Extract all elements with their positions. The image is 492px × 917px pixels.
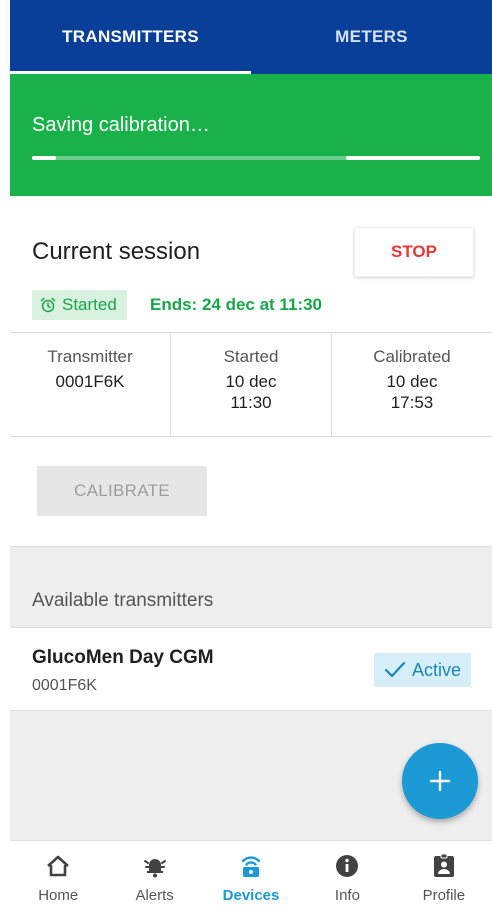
- transmitter-id: 0001F6K: [32, 677, 97, 694]
- cell-value: 11:30: [230, 393, 272, 412]
- nav-home[interactable]: Home: [10, 841, 106, 917]
- session-info-grid: Transmitter 0001F6K Started 10 dec 11:30…: [10, 332, 492, 437]
- nav-label: Profile: [422, 887, 466, 904]
- top-tabs: TRANSMITTERS METERS: [10, 0, 492, 74]
- bell-icon: [143, 859, 166, 878]
- plus-icon: [429, 770, 451, 792]
- nav-label: Home: [38, 887, 79, 904]
- active-label: Active: [412, 659, 462, 680]
- bottom-navigation: Home Alerts Devices Info Profile: [10, 840, 492, 917]
- banner-text: Saving calibration…: [32, 114, 210, 136]
- calibrate-button[interactable]: CALIBRATE: [37, 466, 207, 516]
- progress-segment: [32, 156, 56, 160]
- transmitter-list-item[interactable]: GlucoMen Day CGM 0001F6K Active: [10, 627, 492, 711]
- session-end-time: Ends: 24 dec at 11:30: [150, 295, 322, 314]
- check-icon: [384, 661, 406, 678]
- session-title: Current session: [32, 238, 201, 265]
- info-icon: [336, 855, 359, 877]
- nav-label: Info: [334, 887, 360, 904]
- status-label: Started: [62, 295, 117, 314]
- tab-transmitters[interactable]: TRANSMITTERS: [10, 0, 251, 74]
- nav-devices[interactable]: Devices: [203, 841, 299, 917]
- cell-value: 0001F6K: [55, 372, 125, 391]
- cell-label: Transmitter: [47, 347, 133, 366]
- active-badge: Active: [374, 653, 472, 687]
- stop-button[interactable]: STOP: [354, 227, 474, 277]
- transmitter-cell: Transmitter 0001F6K: [10, 333, 170, 436]
- nav-label: Alerts: [135, 887, 174, 904]
- nav-profile[interactable]: Profile: [396, 841, 492, 917]
- tab-meters[interactable]: METERS: [251, 0, 492, 74]
- cell-value: 10 dec: [386, 372, 438, 391]
- transmitter-icon: [241, 856, 261, 877]
- nav-label: Devices: [222, 887, 280, 904]
- nav-info[interactable]: Info: [299, 841, 395, 917]
- progress-segment: [346, 156, 480, 160]
- home-icon: [47, 855, 70, 877]
- status-badge: Started: [32, 290, 127, 320]
- nav-alerts[interactable]: Alerts: [106, 841, 202, 917]
- progress-bar: [32, 156, 480, 160]
- cell-value: 10 dec: [225, 372, 277, 391]
- cell-label: Calibrated: [373, 347, 451, 366]
- alarm-clock-icon: [40, 297, 56, 313]
- cell-label: Started: [223, 347, 279, 366]
- calibrated-cell: Calibrated 10 dec 17:53: [331, 333, 492, 436]
- saving-banner: Saving calibration…: [10, 74, 492, 196]
- section-header: Available transmitters: [32, 590, 214, 611]
- add-transmitter-button[interactable]: [402, 743, 478, 819]
- badge-icon: [433, 853, 454, 877]
- cell-value: 17:53: [390, 393, 434, 412]
- started-cell: Started 10 dec 11:30: [170, 333, 331, 436]
- transmitter-name: GlucoMen Day CGM: [32, 647, 214, 668]
